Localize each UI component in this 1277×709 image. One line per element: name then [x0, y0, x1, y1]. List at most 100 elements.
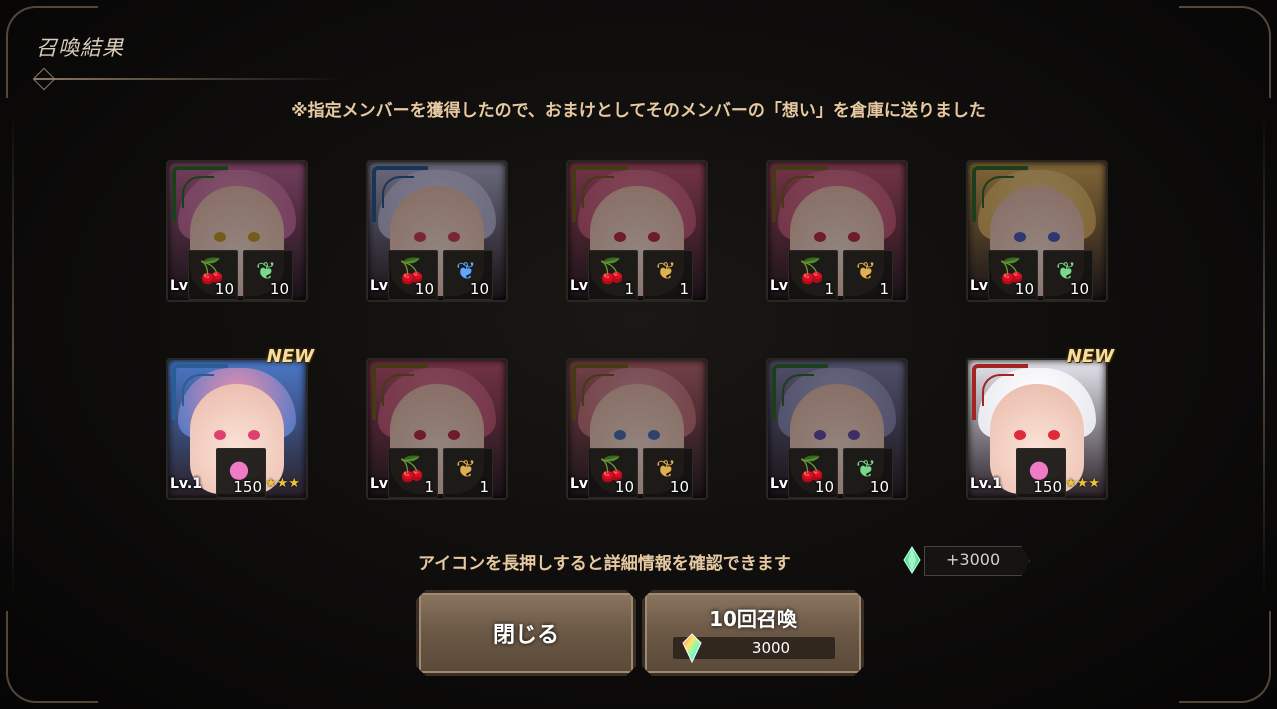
reward-item: ❦ 1 — [843, 250, 893, 300]
member-level: Lv — [570, 476, 589, 492]
member-level: Lv.1 — [970, 476, 1002, 492]
rainbow-crystal-icon — [681, 633, 703, 663]
rarity-frame-ornament — [772, 364, 828, 420]
reward-item: 🍒 1 — [388, 448, 438, 498]
reward-item: 🍒 10 — [988, 250, 1038, 300]
reward-item: ● 150 — [1016, 448, 1066, 498]
gold-feather-icon: ❦ — [855, 257, 877, 285]
rarity-frame-ornament — [772, 166, 828, 222]
reward-item-count: 150 — [1033, 478, 1062, 496]
rarity-frame-ornament — [372, 364, 428, 420]
reward-item-count: 1 — [679, 280, 689, 298]
frame-corner-ornament — [6, 611, 98, 703]
summon-10-button[interactable]: 10回召喚 3000 — [642, 590, 864, 676]
member-hair — [178, 170, 296, 240]
reward-item-count: 10 — [814, 478, 834, 496]
bonus-notice: ※指定メンバーを獲得したので、おまけとしてそのメンバーの「想い」を倉庫に送りまし… — [291, 101, 986, 121]
frame-corner-ornament — [1179, 6, 1271, 98]
reward-item: ❦ 10 — [1043, 250, 1093, 300]
member-eye — [448, 232, 460, 242]
member-eye — [448, 430, 460, 440]
long-press-hint: アイコンを長押しすると詳細情報を確認できます — [418, 554, 791, 574]
rarity-frame-ornament — [972, 166, 1028, 222]
reward-item: ❦ 1 — [643, 250, 693, 300]
green-crystal-icon — [903, 546, 921, 574]
reward-item-count: 1 — [824, 280, 834, 298]
reward-value: +3000 — [946, 550, 1001, 569]
member-level: Lv — [970, 278, 989, 294]
member-hair — [978, 170, 1096, 240]
member-eye — [1014, 232, 1026, 242]
member-card[interactable]: Lv 🍒 10 ❦ 10 — [562, 354, 708, 500]
member-eye — [614, 430, 626, 440]
member-hair — [378, 170, 496, 240]
member-card[interactable]: Lv 🍒 1 ❦ 1 — [762, 156, 908, 302]
new-badge: NEW — [266, 346, 314, 367]
close-button-label: 閉じる — [492, 623, 559, 648]
member-eye — [214, 232, 226, 242]
close-button[interactable]: 閉じる — [416, 590, 636, 676]
member-level: Lv — [770, 278, 789, 294]
member-eye — [814, 430, 826, 440]
reward-item-count: 1 — [479, 478, 489, 496]
member-eye — [414, 232, 426, 242]
reward-item-count: 1 — [424, 478, 434, 496]
reward-item-count: 10 — [1014, 280, 1034, 298]
rarity-frame-ornament — [372, 166, 428, 222]
reward-item-count: 1 — [879, 280, 889, 298]
frame-side-line — [1263, 110, 1265, 599]
member-card[interactable]: Lv 🍒 10 ❦ 10 — [962, 156, 1108, 302]
reward-item-count: 10 — [269, 280, 289, 298]
rarity-frame-ornament — [172, 364, 228, 420]
member-card[interactable]: Lv.1 ★★★ NEW ● 150 — [962, 346, 1114, 500]
member-hair — [578, 368, 696, 438]
member-card[interactable]: Lv 🍒 1 ❦ 1 — [562, 156, 708, 302]
member-card[interactable]: Lv 🍒 10 ❦ 10 — [762, 354, 908, 500]
member-eye — [248, 232, 260, 242]
member-eye — [848, 232, 860, 242]
member-card[interactable]: Lv 🍒 10 ❦ 10 — [162, 156, 308, 302]
reward-item: 🍒 10 — [388, 250, 438, 300]
reward-item-count: 10 — [669, 478, 689, 496]
reward-item: ❦ 10 — [643, 448, 693, 498]
member-card[interactable]: Lv 🍒 1 ❦ 1 — [362, 354, 508, 500]
gold-feather-icon: ❦ — [455, 455, 477, 483]
member-eye — [848, 430, 860, 440]
cherry-icon: 🍒 — [797, 257, 827, 285]
cherry-icon: 🍒 — [397, 455, 427, 483]
reward-item: 🍒 10 — [588, 448, 638, 498]
reward-item: 🍒 1 — [788, 250, 838, 300]
member-hair — [778, 368, 896, 438]
reward-item: 🍒 10 — [188, 250, 238, 300]
title-divider — [34, 78, 344, 80]
reward-item: 🍒 10 — [788, 448, 838, 498]
reward-item-count: 10 — [869, 478, 889, 496]
gold-feather-icon: ❦ — [655, 257, 677, 285]
reward-item-count: 150 — [233, 478, 262, 496]
member-eye — [414, 430, 426, 440]
reward-item-count: 10 — [469, 280, 489, 298]
rarity-frame-ornament — [172, 166, 228, 222]
new-badge: NEW — [1066, 346, 1114, 367]
member-card[interactable]: Lv 🍒 10 ❦ 10 — [362, 156, 508, 302]
reward-item: 🍒 1 — [588, 250, 638, 300]
reward-item-count: 10 — [414, 280, 434, 298]
member-eye — [1048, 232, 1060, 242]
member-eye — [1014, 430, 1026, 440]
member-level: Lv — [170, 278, 189, 294]
frame-corner-ornament — [1179, 611, 1271, 703]
frame-side-line — [12, 110, 14, 599]
page-title: 召喚結果 — [36, 36, 124, 60]
rarity-frame-ornament — [572, 166, 628, 222]
summon-cost-value: 3000 — [751, 639, 791, 657]
member-card[interactable]: Lv.1 ★★★ NEW ● 150 — [162, 346, 314, 500]
reward-item: ❦ 10 — [843, 448, 893, 498]
reward-item: ❦ 10 — [443, 250, 493, 300]
member-eye — [648, 232, 660, 242]
member-level: Lv — [770, 476, 789, 492]
member-eye — [1048, 430, 1060, 440]
rarity-frame-ornament — [572, 364, 628, 420]
member-hair — [378, 368, 496, 438]
member-eye — [648, 430, 660, 440]
reward-item-count: 10 — [214, 280, 234, 298]
